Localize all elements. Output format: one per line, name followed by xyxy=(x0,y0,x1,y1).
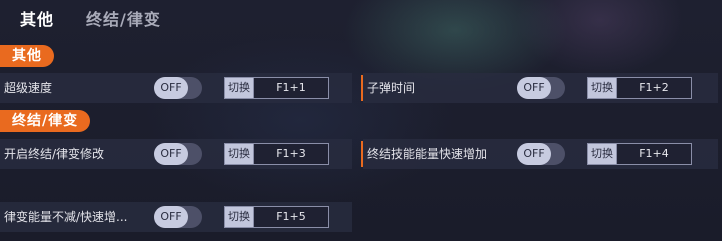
row-accent-bar xyxy=(361,141,363,167)
tab-finisher[interactable]: 终结/律变 xyxy=(86,6,161,30)
option-row-finisher-energy: 终结技能能量快速增加 OFF 切换 F1+4 xyxy=(361,139,718,169)
option-label: 开启终结/律变修改 xyxy=(4,147,105,161)
hotkey-input[interactable]: F1+5 xyxy=(253,206,329,228)
option-row-bullet-time: 子弹时间 OFF 切换 F1+2 xyxy=(361,73,718,103)
hotkey-input[interactable]: F1+4 xyxy=(616,143,692,165)
option-label: 子弹时间 xyxy=(367,81,416,95)
option-row-enable-finisher-mod: 开启终结/律变修改 OFF 切换 F1+3 xyxy=(0,139,352,169)
section-badge-finisher: 终结/律变 xyxy=(0,110,91,132)
option-label: 超级速度 xyxy=(4,81,53,95)
toggle-switch[interactable]: OFF xyxy=(517,143,565,165)
hotkey-switch-label: 切换 xyxy=(587,77,616,99)
toggle-switch[interactable]: OFF xyxy=(517,77,565,99)
hotkey-switch-label: 切换 xyxy=(224,206,253,228)
toggle-switch[interactable]: OFF xyxy=(154,143,202,165)
hotkey-input[interactable]: F1+1 xyxy=(253,77,329,99)
hotkey-switch-label: 切换 xyxy=(587,143,616,165)
toggle-switch[interactable]: OFF xyxy=(154,77,202,99)
option-row-super-speed: 超级速度 OFF 切换 F1+1 xyxy=(0,73,352,103)
section-badge-other: 其他 xyxy=(0,45,54,67)
hotkey-input[interactable]: F1+2 xyxy=(616,77,692,99)
hotkey-input[interactable]: F1+3 xyxy=(253,143,329,165)
option-row-mutation-energy: 律变能量不减/快速增... OFF 切换 F1+5 xyxy=(0,202,352,232)
toggle-state: OFF xyxy=(154,206,188,228)
tab-bar: 其他 终结/律变 xyxy=(0,0,722,34)
toggle-state: OFF xyxy=(154,77,188,99)
row-accent-bar xyxy=(361,75,363,101)
option-label: 终结技能能量快速增加 xyxy=(367,147,488,161)
toggle-state: OFF xyxy=(517,143,551,165)
option-label: 律变能量不减/快速增... xyxy=(4,210,128,224)
hotkey-switch-label: 切换 xyxy=(224,143,253,165)
toggle-state: OFF xyxy=(154,143,188,165)
tab-other[interactable]: 其他 xyxy=(20,6,54,30)
toggle-state: OFF xyxy=(517,77,551,99)
toggle-switch[interactable]: OFF xyxy=(154,206,202,228)
hotkey-switch-label: 切换 xyxy=(224,77,253,99)
